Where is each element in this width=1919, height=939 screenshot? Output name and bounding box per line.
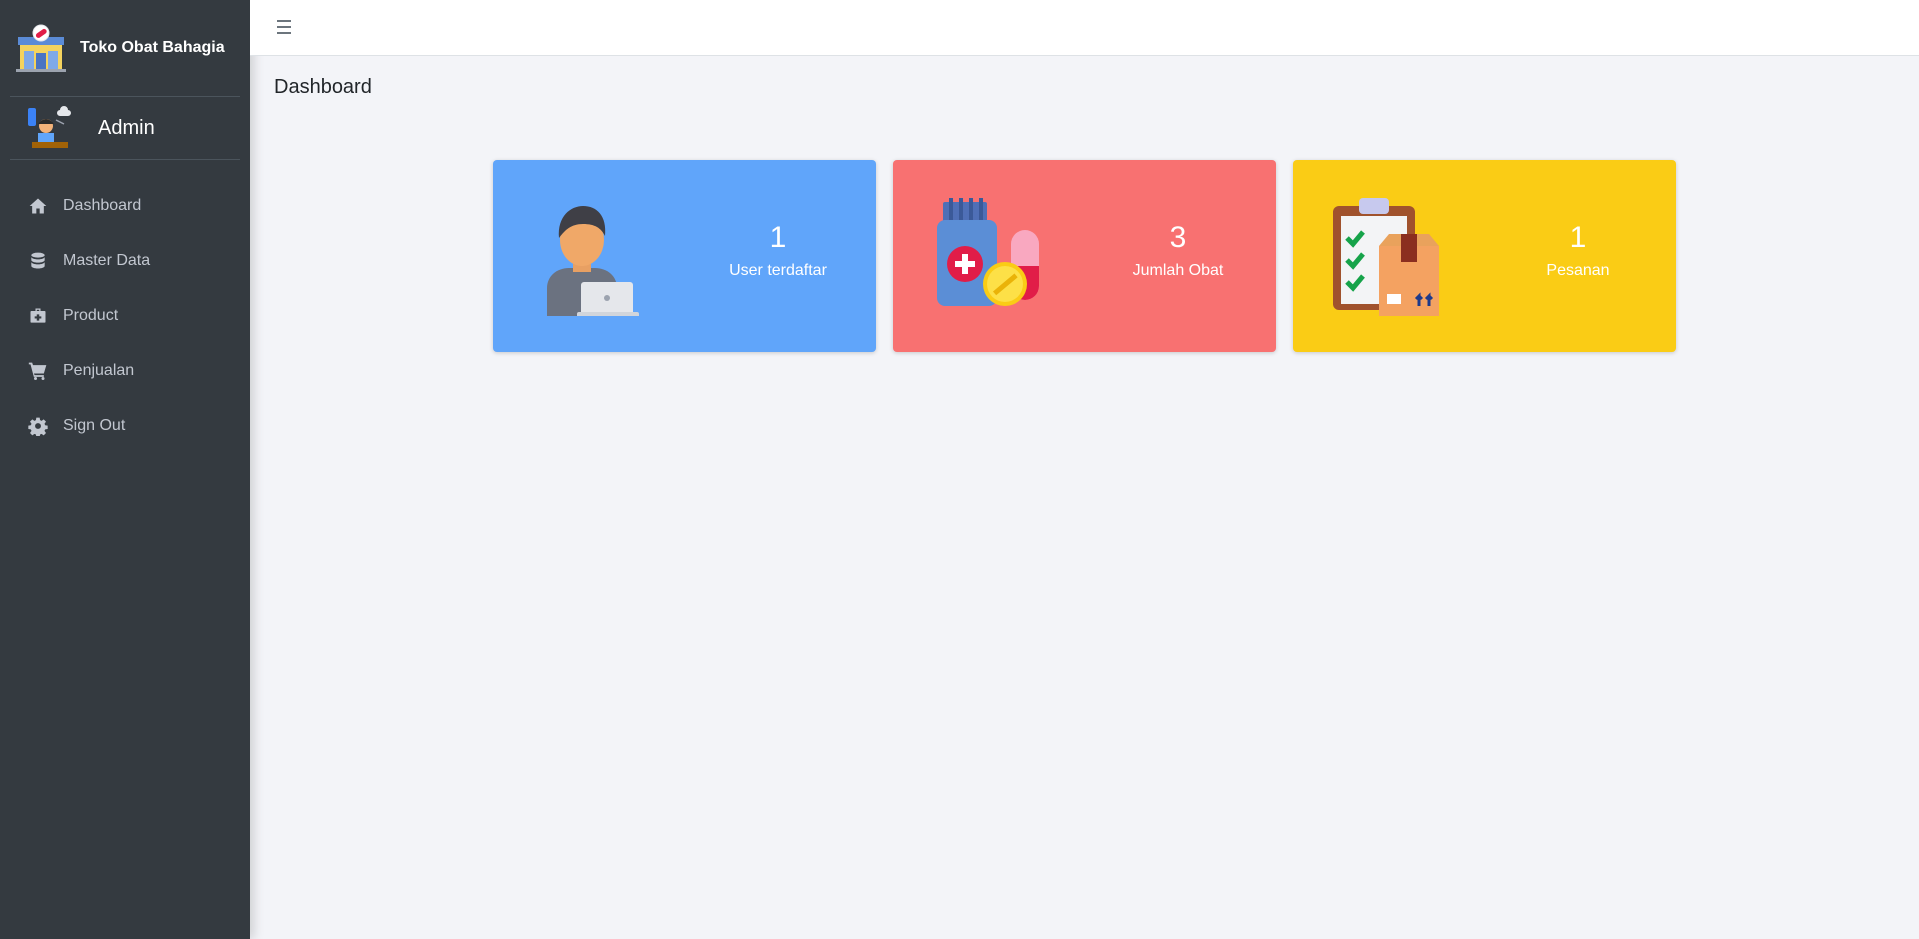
card-stat: 1 Pesanan bbox=[1503, 220, 1653, 280]
user-laptop-icon bbox=[547, 206, 639, 316]
sidebar-item-label: Sign Out bbox=[63, 416, 126, 434]
top-navbar bbox=[250, 0, 1919, 56]
card-stat: 3 Jumlah Obat bbox=[1103, 220, 1253, 280]
sidebar-item-label: Penjualan bbox=[63, 361, 135, 379]
card-stat: 1 User terdaftar bbox=[703, 220, 853, 280]
card-label: Pesanan bbox=[1546, 262, 1610, 279]
card-jumlah-obat[interactable]: 3 Jumlah Obat bbox=[893, 160, 1276, 352]
card-pesanan[interactable]: 1 Pesanan bbox=[1293, 160, 1676, 352]
gear-icon bbox=[27, 415, 49, 437]
card-label: User terdaftar bbox=[729, 262, 827, 279]
sidebar-item-label: Master Data bbox=[63, 251, 151, 269]
medkit-icon bbox=[27, 305, 49, 327]
brand-link[interactable]: Toko Obat Bahagia bbox=[10, 0, 240, 97]
sidebar-item-master-data[interactable]: Master Data bbox=[0, 233, 250, 288]
cart-icon bbox=[27, 360, 49, 382]
admin-avatar bbox=[28, 106, 71, 148]
sidebar-nav: Dashboard Master Data Product Penjualan … bbox=[0, 160, 250, 453]
brand-name: Toko Obat Bahagia bbox=[80, 39, 225, 56]
menu-toggle-icon[interactable] bbox=[275, 16, 297, 38]
card-user-terdaftar[interactable]: 1 User terdaftar bbox=[493, 160, 876, 352]
order-box-icon bbox=[1333, 198, 1439, 316]
sidebar-item-label: Dashboard bbox=[63, 196, 142, 214]
sidebar-item-dashboard[interactable]: Dashboard bbox=[0, 178, 250, 233]
home-icon bbox=[27, 195, 49, 217]
sidebar-item-penjualan[interactable]: Penjualan bbox=[0, 343, 250, 398]
card-label: Jumlah Obat bbox=[1132, 262, 1224, 279]
page-title: Dashboard bbox=[274, 76, 372, 98]
user-panel[interactable]: Admin bbox=[10, 97, 240, 160]
user-name: Admin bbox=[98, 116, 155, 139]
database-icon bbox=[27, 250, 49, 272]
medicine-icon bbox=[937, 198, 1039, 306]
sidebar-item-product[interactable]: Product bbox=[0, 288, 250, 343]
card-value: 3 bbox=[1169, 221, 1187, 254]
card-value: 1 bbox=[1569, 221, 1587, 254]
card-value: 1 bbox=[769, 221, 787, 254]
sidebar: Toko Obat Bahagia Admin Dashboard Master… bbox=[0, 0, 250, 939]
sidebar-item-sign-out[interactable]: Sign Out bbox=[0, 398, 250, 453]
sidebar-item-label: Product bbox=[63, 306, 119, 324]
pharmacy-store-icon bbox=[16, 24, 66, 72]
